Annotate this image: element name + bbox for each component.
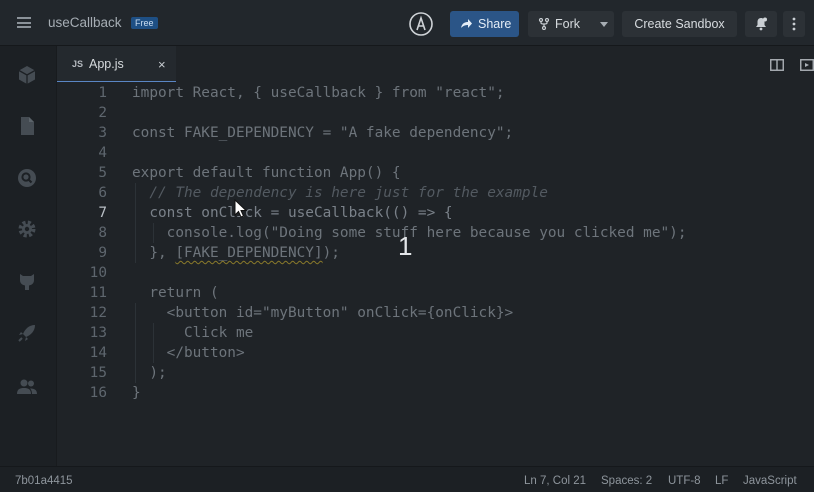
line-number: 9: [98, 245, 107, 261]
create-sandbox-button[interactable]: Create Sandbox: [622, 11, 737, 37]
lint-warning-token[interactable]: [FAKE_DEPENDENCY]: [175, 245, 322, 261]
language-mode[interactable]: JavaScript: [743, 475, 797, 487]
code-line: );: [132, 365, 167, 381]
line-number: 1: [98, 85, 107, 101]
fork-button[interactable]: Fork: [528, 11, 614, 37]
tab-app-js[interactable]: JS App.js ×: [57, 46, 176, 82]
editor-tab-bar: JS App.js ×: [57, 46, 814, 82]
step-counter-overlay: 1: [398, 231, 413, 261]
code-line: import React, { useCallback } from "reac…: [132, 85, 505, 101]
line-number: 12: [89, 305, 107, 321]
bell-icon: [756, 17, 767, 31]
commit-hash[interactable]: 7b01a4415: [15, 475, 73, 487]
share-icon: [461, 19, 472, 28]
line-number: 3: [98, 125, 107, 141]
code-line: export default function App() {: [132, 165, 401, 181]
cube-icon[interactable]: [16, 64, 38, 86]
line-ending[interactable]: LF: [715, 475, 728, 487]
rocket-icon[interactable]: [16, 322, 38, 344]
cursor-position[interactable]: Ln 7, Col 21: [524, 475, 586, 487]
close-icon[interactable]: ×: [158, 57, 166, 72]
line-number: 6: [98, 185, 107, 201]
line-number: 15: [89, 365, 107, 381]
more-options-button[interactable]: [783, 11, 805, 37]
line-number: 11: [89, 285, 107, 301]
top-bar: useCallback Free Share Fork Create Sandb…: [0, 0, 814, 46]
line-number: 5: [98, 165, 107, 181]
line-number: 13: [89, 325, 107, 341]
code-line: }: [132, 385, 141, 401]
file-icon[interactable]: [16, 115, 38, 137]
file-encoding[interactable]: UTF-8: [668, 475, 701, 487]
status-bar: 7b01a4415 Ln 7, Col 21 Spaces: 2 UTF-8 L…: [0, 466, 814, 492]
line-number: 14: [89, 345, 107, 361]
code-line: }, [FAKE_DEPENDENCY]);: [132, 243, 340, 263]
line-number-active: 7: [98, 205, 107, 221]
share-button[interactable]: Share: [450, 11, 519, 37]
split-view-icon[interactable]: [770, 59, 784, 71]
tab-label: App.js: [89, 57, 124, 71]
line-number: 2: [98, 105, 107, 121]
sandbox-title[interactable]: useCallback: [48, 15, 122, 30]
chevron-down-icon[interactable]: [600, 22, 608, 27]
menu-icon[interactable]: [17, 17, 31, 28]
notifications-button[interactable]: [745, 11, 777, 37]
code-line: <button id="myButton" onClick={onClick}>: [132, 305, 514, 321]
indentation-setting[interactable]: Spaces: 2: [601, 475, 652, 487]
line-number: 8: [98, 225, 107, 241]
mouse-pointer-icon: [234, 199, 248, 218]
users-icon[interactable]: [16, 376, 38, 398]
fork-label: Fork: [555, 17, 580, 31]
code-comment: // The dependency is here just for the e…: [132, 185, 548, 201]
plan-badge: Free: [131, 17, 158, 29]
code-line: Click me: [132, 325, 254, 341]
line-number: 4: [98, 145, 107, 161]
share-label: Share: [478, 17, 512, 31]
line-number: 10: [89, 265, 107, 281]
js-file-icon: JS: [72, 59, 84, 69]
code-line-active: const onClick = useCallback(() => {: [132, 205, 453, 221]
search-icon[interactable]: [16, 167, 38, 189]
code-line: return (: [132, 285, 219, 301]
more-icon: [792, 17, 796, 31]
codesandbox-logo-icon[interactable]: [408, 11, 434, 37]
code-token: },: [132, 245, 176, 261]
preview-icon[interactable]: [800, 59, 814, 71]
code-editor[interactable]: 1 2 3 4 5 6 7 8 9 10 11 12 13 14 15 16 i…: [57, 82, 814, 466]
code-line: const FAKE_DEPENDENCY = "A fake dependen…: [132, 125, 514, 141]
gear-icon[interactable]: [16, 218, 38, 240]
activity-sidebar: [0, 46, 57, 466]
fork-icon: [538, 18, 550, 30]
github-icon[interactable]: [16, 270, 38, 292]
code-token: );: [322, 245, 340, 261]
code-line: </button>: [132, 345, 245, 361]
line-number: 16: [89, 385, 107, 401]
